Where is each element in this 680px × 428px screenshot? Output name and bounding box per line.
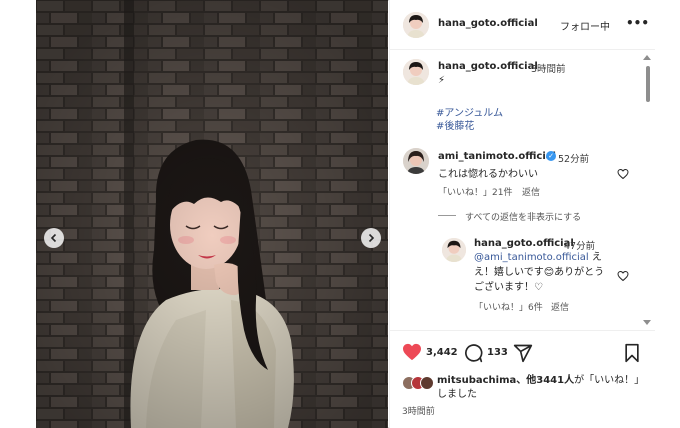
chevron-left-icon: [50, 233, 57, 243]
previous-photo-button[interactable]: [44, 228, 64, 248]
reply-likes-count[interactable]: 「いいね！」6件: [474, 300, 543, 313]
save-button[interactable]: [623, 343, 641, 367]
paper-plane-icon: [513, 344, 533, 363]
next-photo-button[interactable]: [361, 228, 381, 248]
verified-badge-icon: ✓: [546, 151, 556, 161]
avatar[interactable]: [403, 59, 429, 85]
chevron-right-icon: [368, 233, 375, 243]
heart-filled-icon: [403, 343, 421, 361]
post-actions: 3,442 133 mitsubachima、他3441人が「いいね！」しました…: [390, 330, 655, 428]
heart-outline-icon: [617, 168, 629, 180]
scroll-up-arrow-icon[interactable]: [643, 55, 651, 60]
liked-by-others[interactable]: 、他3441人: [516, 375, 574, 386]
heart-outline-icon: [617, 270, 629, 282]
header-username[interactable]: hana_goto.official: [438, 18, 538, 29]
comment-text: これは惚れるかわいい: [438, 169, 538, 180]
reply-like-button[interactable]: [617, 267, 629, 286]
liked-by-text: mitsubachima、他3441人が「いいね！」しました: [437, 374, 647, 402]
scroll-down-arrow-icon[interactable]: [643, 320, 651, 325]
bookmark-icon: [625, 343, 639, 363]
post-header: hana_goto.official フォロー中 •••: [390, 0, 655, 50]
divider: [438, 215, 456, 216]
comments-scroll-area[interactable]: hana_goto.official 3時間前 ⚡ #アンジュルム #後藤花 a…: [390, 51, 655, 329]
hide-replies-button[interactable]: すべての返信を非表示にする: [465, 210, 581, 223]
reply-text: @ami_tanimoto.official ええ！嬉しいです😊ありがとうござい…: [474, 250, 614, 295]
share-button[interactable]: [513, 343, 533, 367]
likes-count[interactable]: 3,442: [426, 347, 458, 358]
reply-username[interactable]: hana_goto.official: [474, 238, 574, 249]
comment-username[interactable]: ami_tanimoto.official: [438, 151, 556, 162]
like-button[interactable]: [402, 343, 422, 365]
comment-button[interactable]: [463, 343, 483, 367]
more-options-icon[interactable]: •••: [626, 16, 649, 30]
hashtag-link[interactable]: #後藤花: [436, 117, 474, 132]
post-details-panel: hana_goto.official フォロー中 ••• hana_goto.o…: [389, 0, 655, 428]
comment-likes-count[interactable]: 「いいね！」21件: [438, 185, 512, 198]
caption-timestamp: 3時間前: [531, 64, 566, 75]
liked-by-user[interactable]: mitsubachima: [437, 375, 516, 386]
comment-timestamp: 52分前: [558, 154, 590, 165]
liked-by-avatars[interactable]: [402, 376, 436, 390]
comment-reply-button[interactable]: 返信: [522, 185, 540, 198]
comment-bubble-icon: [465, 344, 483, 363]
reply-reply-button[interactable]: 返信: [551, 300, 569, 313]
avatar[interactable]: [403, 12, 429, 38]
caption-username[interactable]: hana_goto.official: [438, 61, 538, 72]
caption-text: ⚡: [438, 75, 446, 86]
following-button[interactable]: フォロー中: [560, 18, 610, 33]
avatar[interactable]: [403, 148, 429, 174]
avatar: [420, 376, 434, 390]
post-timestamp: 3時間前: [402, 407, 435, 417]
comments-count[interactable]: 133: [487, 347, 508, 358]
avatar[interactable]: [442, 238, 466, 262]
scrollbar-thumb[interactable]: [646, 66, 650, 102]
comment-like-button[interactable]: [617, 165, 629, 184]
post-photo[interactable]: [36, 0, 388, 428]
mention-link[interactable]: @ami_tanimoto.official: [474, 252, 589, 263]
